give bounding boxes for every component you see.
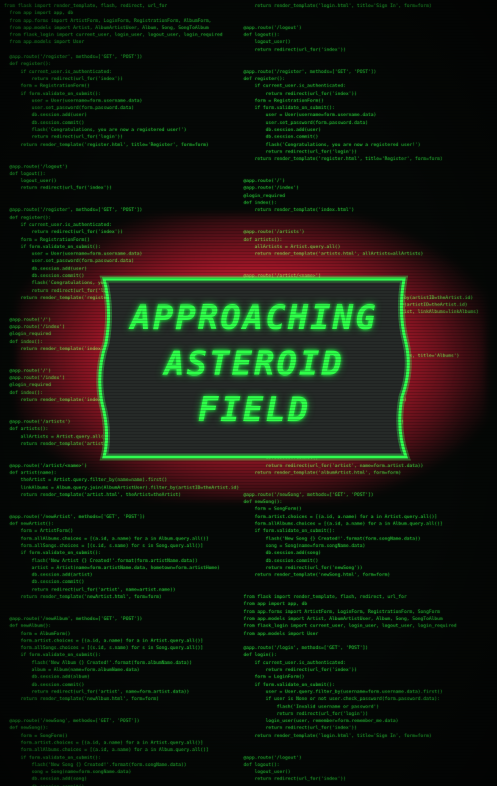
alert-line-2: ASTEROID [164, 344, 344, 384]
alert-message: APPROACHING ASTEROID FIELD [96, 295, 412, 433]
game-screen: from flask import render_template, flash… [0, 0, 497, 786]
alert-line-3: FIELD [197, 390, 311, 430]
alert-line-1: APPROACHING [130, 298, 378, 338]
alert-panel: APPROACHING ASTEROID FIELD [96, 273, 412, 463]
